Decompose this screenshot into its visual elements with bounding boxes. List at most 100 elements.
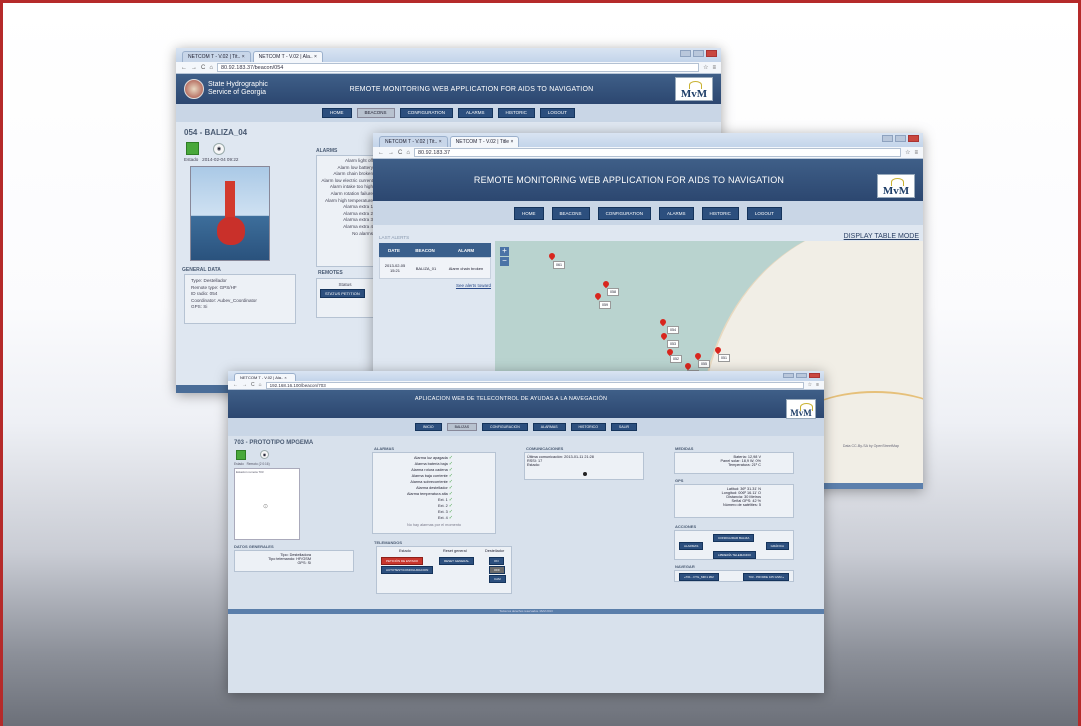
close-icon[interactable]: [706, 50, 717, 57]
next-beacon-button[interactable]: 703 - PROMIE 105 GSM »: [743, 573, 789, 581]
reset-general-button[interactable]: RESET GENERAL: [439, 557, 475, 565]
reload-icon[interactable]: C: [251, 382, 255, 388]
close-icon[interactable]: [809, 373, 820, 378]
col-beacon: BEACON: [415, 247, 435, 253]
cam-button[interactable]: CAM: [489, 575, 506, 583]
nav-home[interactable]: HOME: [322, 108, 352, 118]
menu-icon[interactable]: ≡: [712, 65, 716, 71]
browser-tab-1[interactable]: NETCOM T - V.02 | Tit.. ×: [379, 136, 448, 147]
star-icon[interactable]: ☆: [703, 64, 708, 71]
home-icon[interactable]: ⌂: [209, 65, 213, 71]
nav-logout[interactable]: LOGOUT: [746, 206, 782, 220]
beacon-label: 058: [607, 288, 619, 296]
url-field[interactable]: 80.92.183.37: [413, 148, 902, 157]
beacon-label: 051: [718, 354, 730, 362]
url-field[interactable]: 80.92.183.37/beacon/054: [216, 63, 700, 72]
app-title: APLICACION WEB DE TELECONTROL DE AYUDAS …: [414, 396, 608, 402]
forward-arrow-icon[interactable]: →: [242, 382, 247, 388]
telemando-library-button[interactable]: LIBRERÍA TELEMANDO: [713, 551, 756, 559]
comm-panel: Última comunicación: 2013-01-11 21:28 RS…: [524, 452, 644, 480]
minimize-icon[interactable]: [680, 50, 691, 57]
display-mode-link[interactable]: DISPLAY TABLE MODE: [844, 233, 919, 240]
remotes-panel: Status STATUS PETITION: [316, 278, 374, 318]
back-arrow-icon[interactable]: ←: [181, 65, 187, 71]
back-arrow-icon[interactable]: ←: [378, 150, 384, 156]
back-arrow-icon[interactable]: ←: [233, 382, 238, 388]
reload-icon[interactable]: C: [398, 150, 402, 156]
menu-icon[interactable]: ≡: [816, 382, 819, 388]
maximize-icon[interactable]: [693, 50, 704, 57]
forward-arrow-icon[interactable]: →: [191, 65, 197, 71]
tm-col-reset: Reset general: [443, 549, 467, 553]
nav-beacons[interactable]: BEACONS: [551, 206, 590, 220]
app-title: REMOTE MONITORING WEB APPLICATION FOR AI…: [473, 175, 785, 185]
main-nav: HOME BEACONS CONFIGURATION ALARMS HISTOR…: [176, 104, 721, 122]
beacon-label: 053: [667, 340, 679, 348]
star-icon[interactable]: ☆: [808, 382, 812, 388]
beacon-marker-icon[interactable]: [693, 351, 703, 361]
navigate-panel: «701 - FTG_MIK1 #02 703 - PROMIE 105 GSM…: [674, 570, 794, 582]
star-icon[interactable]: ☆: [905, 149, 910, 156]
menu-icon[interactable]: ≡: [914, 150, 918, 156]
zoom-out-button[interactable]: −: [500, 257, 509, 266]
general-data-panel: Tipo: Destelladora Tipo telemando: HF/GS…: [234, 550, 354, 572]
browser-tab-2[interactable]: NETCOM T - V.02 | Ala.. ×: [252, 51, 323, 62]
nav-historico[interactable]: HISTORICO: [570, 423, 606, 431]
remotes-status-label: Status: [338, 282, 352, 287]
minimize-icon[interactable]: [783, 373, 794, 378]
nav-salir[interactable]: SALIR: [610, 423, 638, 431]
alarm-item: Alarma extra 3: [343, 217, 373, 223]
nav-configuracion[interactable]: CONFIGURACION: [482, 423, 528, 431]
status-indicator-icon[interactable]: [186, 142, 199, 155]
autotest-button[interactable]: AUTOTEST/CONFIGURACION: [381, 566, 434, 574]
map-attribution: Data CC-By-SA by OpenStreetMap: [842, 444, 899, 448]
nav-historic[interactable]: HISTORIC: [701, 206, 739, 220]
col-alarm: ALARM: [457, 247, 475, 253]
beacon-marker-icon[interactable]: [593, 291, 603, 301]
nav-logout[interactable]: LOGOUT: [539, 108, 575, 118]
reload-icon[interactable]: C: [201, 65, 205, 71]
status-petition-button[interactable]: STATUS PETITION: [320, 288, 365, 298]
maximize-icon[interactable]: [796, 373, 807, 378]
browser-tab-1[interactable]: NETCOM T - V.02 | Tit.. ×: [182, 51, 251, 62]
on-button[interactable]: ON: [489, 557, 504, 565]
nav-configuration[interactable]: CONFIGURATION: [597, 206, 651, 220]
browser-tab-2[interactable]: NETCOM T - V.02 | Title ×: [449, 136, 520, 147]
nav-alarms[interactable]: ALARMS: [658, 206, 694, 220]
beacon-marker-icon[interactable]: [547, 251, 557, 261]
see-all-alerts-link[interactable]: See alerts toward: [379, 283, 491, 288]
state-request-button[interactable]: PETICIÓN DE ESTADO: [381, 557, 424, 565]
url-field[interactable]: 192.168.16.100/beacon/703: [265, 381, 804, 389]
prev-beacon-button[interactable]: «701 - FTG_MIK1 #02: [679, 573, 719, 581]
browser-tab-1[interactable]: NETCOM T - V.02 | Ala.. ×: [234, 373, 296, 381]
nav-configuration[interactable]: CONFIGURATION: [399, 108, 453, 118]
beacon-marker-icon[interactable]: [601, 279, 611, 289]
nav-inicio[interactable]: INICIO: [414, 423, 442, 431]
table-row[interactable]: 2013-02-05 15:21 BALIZA_01 Alarm chain b…: [379, 257, 491, 279]
nav-home[interactable]: HOME: [514, 206, 544, 220]
nav-historic[interactable]: HISTORIC: [497, 108, 535, 118]
remote-status-icon[interactable]: ◉: [260, 450, 269, 459]
beacon-marker-icon[interactable]: [683, 361, 693, 371]
nav-beacons[interactable]: BEACONS: [356, 108, 395, 118]
nav-alarms[interactable]: ALARMS: [457, 108, 493, 118]
nav-alarmas[interactable]: ALARMAS: [532, 423, 566, 431]
configure-beacon-button[interactable]: CONFIGURAR BALIZA: [713, 534, 755, 542]
remote-status-icon[interactable]: ◉: [213, 142, 225, 155]
forward-arrow-icon[interactable]: →: [388, 150, 394, 156]
beacon-marker-icon[interactable]: [658, 317, 668, 327]
alarm-item: Alarm low battery: [337, 164, 374, 170]
maximize-icon[interactable]: [895, 135, 906, 142]
alarms-button[interactable]: ALARMAS: [679, 542, 704, 550]
measure-row: Temperatura: 21º C: [728, 463, 761, 467]
status-indicator-icon[interactable]: [236, 450, 246, 460]
zoom-in-button[interactable]: +: [500, 247, 509, 256]
minimize-icon[interactable]: [882, 135, 893, 142]
chart-button[interactable]: GRÁFICA: [765, 542, 789, 550]
close-icon[interactable]: [908, 135, 919, 142]
off-button[interactable]: OFF: [489, 566, 505, 574]
general-data-header: GENERAL DATA: [182, 267, 221, 273]
nav-balizas[interactable]: BALIZAS: [446, 423, 478, 431]
home-icon[interactable]: ⌂: [406, 150, 410, 156]
home-icon[interactable]: ⌂: [259, 382, 262, 388]
